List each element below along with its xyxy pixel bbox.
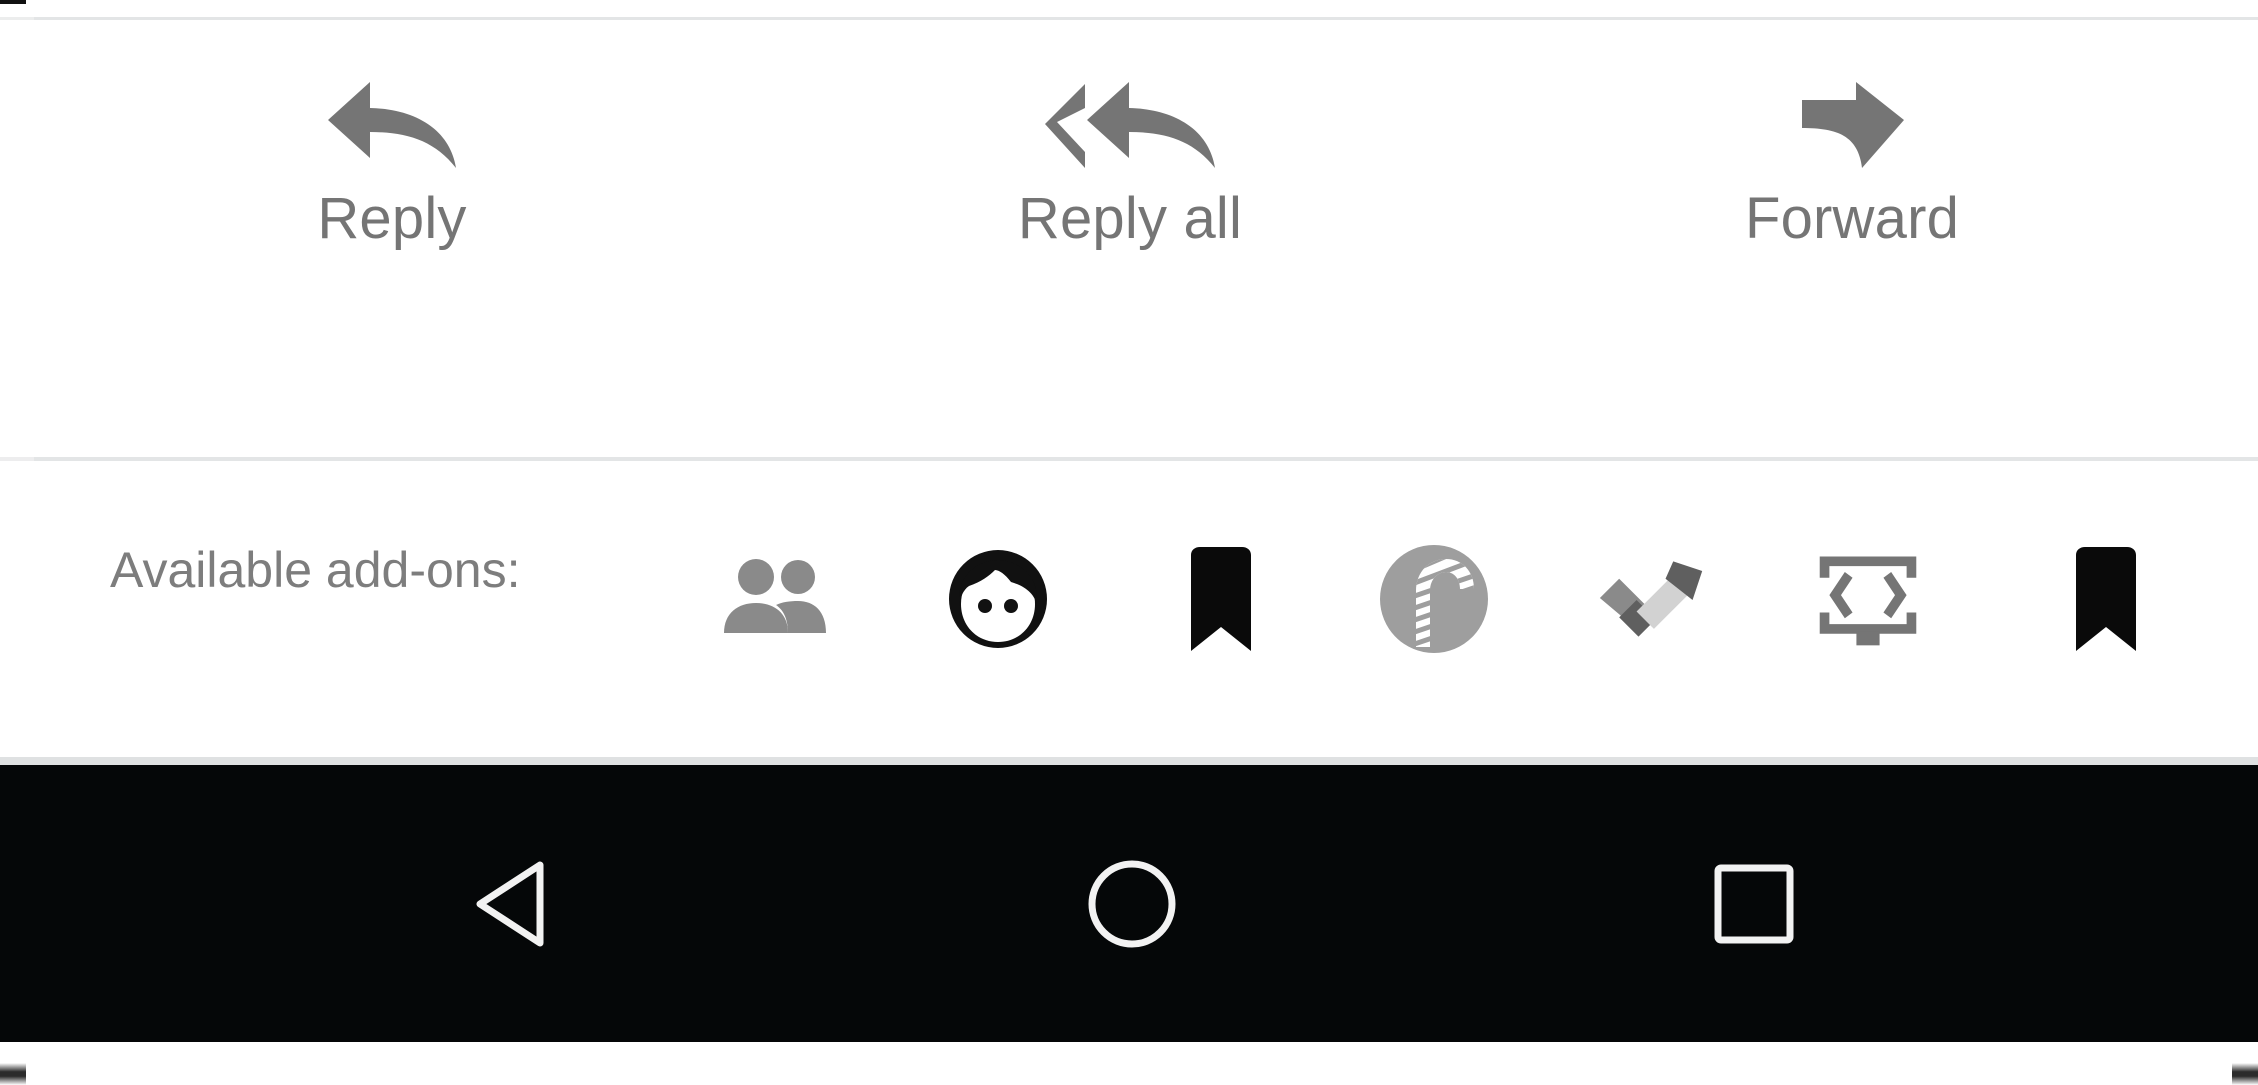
- bookmark-icon[interactable]: [1165, 543, 1277, 655]
- right-scroll-dash[interactable]: [2232, 1063, 2258, 1085]
- triangle-left-icon: [476, 861, 544, 946]
- forward-icon: [1796, 82, 1908, 168]
- back-button[interactable]: [362, 765, 662, 1042]
- navbar-top-rule: [0, 757, 2258, 765]
- reply-all-label: Reply all: [1017, 186, 1243, 251]
- android-navigation-bar: [0, 765, 2258, 1042]
- reply-all-icon: [1041, 82, 1219, 168]
- forward-button[interactable]: Forward: [1592, 20, 2112, 248]
- person-face-icon[interactable]: [942, 543, 1054, 655]
- code-screen-icon[interactable]: [1812, 543, 1924, 655]
- candy-cane-icon[interactable]: [1378, 543, 1490, 655]
- home-button[interactable]: [982, 765, 1282, 1042]
- reply-button[interactable]: Reply: [132, 20, 652, 248]
- people-group-icon[interactable]: [718, 543, 830, 655]
- circle-icon: [1088, 860, 1176, 947]
- checkmark-icon[interactable]: [1596, 543, 1708, 655]
- reply-icon: [324, 82, 460, 168]
- reply-all-button[interactable]: Reply all: [870, 20, 1390, 248]
- left-scroll-dash[interactable]: [0, 1063, 26, 1085]
- forward-label: Forward: [1744, 186, 1960, 251]
- available-addons-label: Available add-ons:: [110, 542, 521, 598]
- bookmark-icon-2[interactable]: [2050, 543, 2162, 655]
- message-action-bar: Reply Reply all Forward: [0, 20, 2258, 457]
- recents-button[interactable]: [1604, 765, 1904, 1042]
- available-addons-bar: Available add-ons:: [0, 461, 2258, 1085]
- reply-label: Reply: [317, 186, 467, 251]
- top-left-scroll-mark: [0, 0, 26, 4]
- square-icon: [1714, 864, 1794, 943]
